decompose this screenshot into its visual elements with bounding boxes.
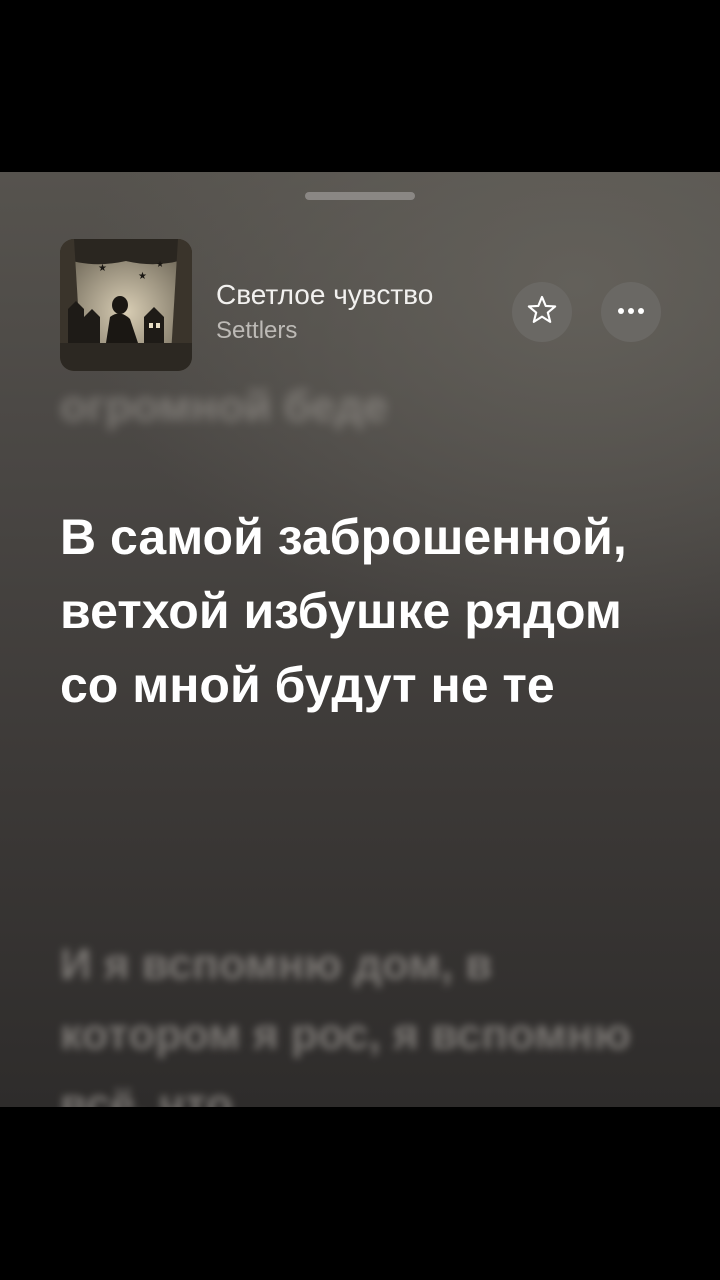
lyric-line-next[interactable]: И я вспомню дом, в котором я рос, я вспо…	[60, 930, 680, 1107]
ellipsis-icon	[614, 303, 648, 321]
lyric-line-previous[interactable]: огромной беде	[60, 382, 680, 432]
lyrics-sheet: ★ ★ ★ Светлое чувство Settlers огромной …	[0, 172, 720, 1107]
now-playing-header: ★ ★ ★ Светлое чувство Settlers	[60, 239, 662, 373]
more-options-button[interactable]	[601, 282, 661, 342]
track-title: Светлое чувство	[216, 279, 434, 310]
favorite-button[interactable]	[512, 282, 572, 342]
svg-text:★: ★	[156, 259, 164, 269]
album-cover[interactable]: ★ ★ ★	[60, 239, 192, 371]
sheet-grabber[interactable]	[305, 192, 415, 200]
star-outline-icon	[525, 293, 559, 332]
lyric-line-current[interactable]: В самой заброшенной, ветхой избушке рядо…	[60, 500, 660, 722]
track-artist[interactable]: Settlers	[216, 317, 297, 345]
svg-text:★: ★	[138, 271, 147, 282]
svg-text:★: ★	[98, 263, 107, 274]
